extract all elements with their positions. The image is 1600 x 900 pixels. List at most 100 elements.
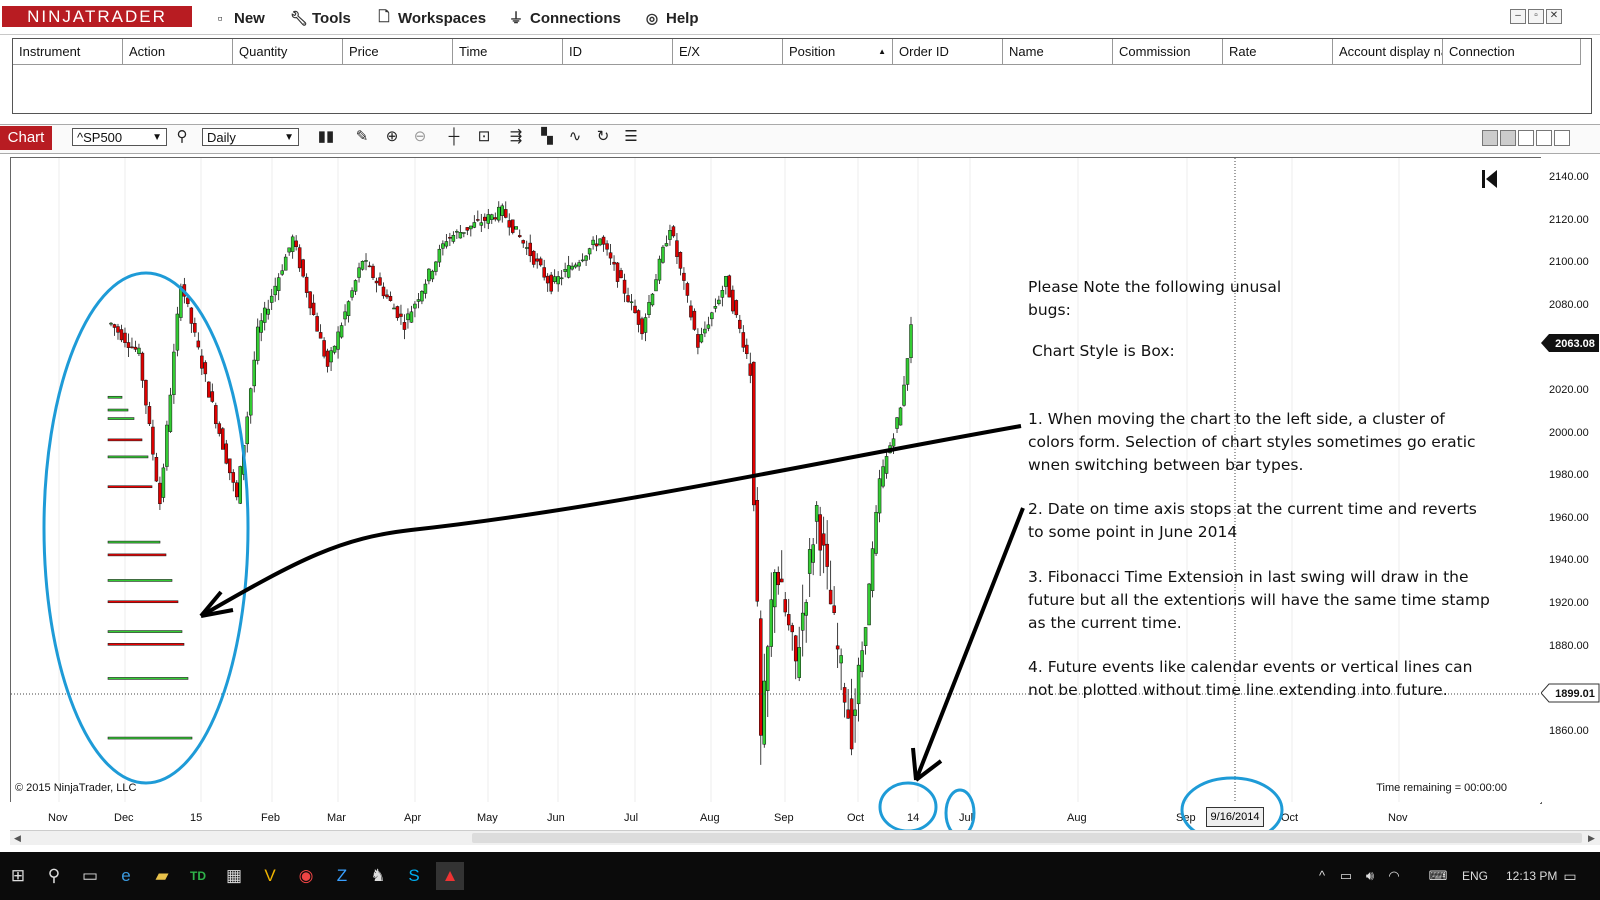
keyboard-icon[interactable]: ⌨ <box>1424 862 1452 890</box>
maximize-button[interactable]: ▫ <box>1528 9 1544 24</box>
chart-panel[interactable]: Please Note the following unusal bugs: Cha… <box>10 157 1542 804</box>
file-explorer-icon[interactable]: ▰ <box>148 862 176 890</box>
properties-list-icon[interactable]: ☰ <box>621 128 641 146</box>
menu-tools[interactable]: 🔧︎ Tools <box>290 8 351 28</box>
column-header[interactable]: Price <box>343 39 453 65</box>
indicators-icon[interactable]: ▚ <box>537 128 557 146</box>
bug-note-line: wnen switching between bar types. <box>1028 456 1303 474</box>
crosshair-icon[interactable]: ┼ <box>444 128 464 146</box>
zoom-in-icon[interactable]: ⊕ <box>382 128 402 146</box>
candle-body <box>710 312 714 320</box>
search-icon[interactable]: ⚲ <box>40 862 68 890</box>
zoom-out-icon[interactable]: ⊖ <box>410 128 430 146</box>
time-tick-label: Oct <box>847 812 865 824</box>
column-header[interactable]: E/X <box>673 39 783 65</box>
price-axis[interactable]: 2140.002120.002100.002080.002040.002020.… <box>1541 157 1600 802</box>
candle-body <box>598 238 602 246</box>
candle-body <box>381 286 386 297</box>
column-header[interactable]: Instrument <box>13 39 123 65</box>
strategies-icon[interactable]: ∿ <box>565 128 585 146</box>
column-header[interactable]: Action <box>123 39 233 65</box>
menu-help[interactable]: ◎ Help <box>644 8 699 28</box>
data-box-icon[interactable]: ⊡ <box>474 128 494 146</box>
candle-body <box>636 310 641 325</box>
price-chart[interactable]: Please Note the following unusal bugs: Cha… <box>11 158 1541 803</box>
wifi-icon[interactable]: ◠ <box>1380 862 1408 890</box>
column-header[interactable]: Name <box>1003 39 1113 65</box>
app-icon[interactable]: ♞ <box>364 862 392 890</box>
bars-back-icon[interactable]: ⇶ <box>506 128 526 146</box>
column-header[interactable]: Account display na <box>1333 39 1443 65</box>
td-app-icon[interactable]: TD <box>184 862 212 890</box>
candle-body <box>762 680 767 745</box>
column-header[interactable]: Commission <box>1113 39 1223 65</box>
candle-body <box>483 216 487 221</box>
column-header[interactable]: ID <box>563 39 673 65</box>
bug-note-line: Please Note the following unusal <box>1028 278 1281 296</box>
scroll-right-icon[interactable]: ▶ <box>1588 833 1595 844</box>
candle-body <box>217 423 222 434</box>
time-axis[interactable]: Nov Dec 15 Feb Mar Apr May Jun Jul Aug Sep Oct 14 Jul… <box>10 776 1540 844</box>
column-header[interactable]: Rate <box>1223 39 1333 65</box>
reload-icon[interactable]: ↻ <box>593 128 613 146</box>
close-button[interactable]: ✕ <box>1546 9 1562 24</box>
bar-type-icon[interactable]: ▮▮ <box>316 128 336 146</box>
ninjatrader-taskbar-icon[interactable]: ▲ <box>436 862 464 890</box>
window-layout-button-2[interactable] <box>1500 130 1516 146</box>
orders-grid: Instrument Action Quantity Price Time ID E/X Po… <box>12 38 1592 114</box>
candle-body <box>130 346 134 349</box>
candle-body <box>364 260 368 262</box>
window-layout-button-1[interactable] <box>1482 130 1498 146</box>
interval-selector[interactable]: Daily ▼ <box>202 128 299 146</box>
edge-icon[interactable]: e <box>112 862 140 890</box>
candle-body <box>479 222 484 226</box>
crosshair-date-label: 9/16/2014 <box>1206 807 1264 827</box>
z-app-icon[interactable]: Z <box>328 862 356 890</box>
candle-body <box>731 289 735 312</box>
candle-body <box>510 219 515 233</box>
candle-body <box>825 543 829 567</box>
chrome-icon[interactable]: ◉ <box>292 862 320 890</box>
bug-note-line: 1. When moving the chart to the left sid… <box>1028 410 1445 428</box>
column-header[interactable]: Order ID <box>893 39 1003 65</box>
pencil-icon[interactable]: ✎ <box>352 128 372 146</box>
v-app-icon[interactable]: V <box>256 862 284 890</box>
scrollbar-thumb[interactable] <box>472 833 1582 843</box>
task-view-icon[interactable]: ▭ <box>76 862 104 890</box>
search-icon[interactable]: ⚲ <box>172 128 192 146</box>
skype-icon[interactable]: S <box>400 862 428 890</box>
candle-body <box>402 322 407 330</box>
scroll-to-end-icon[interactable] <box>1482 170 1497 188</box>
instrument-selector[interactable]: ^SP500 ▼ <box>72 128 167 146</box>
candle-body <box>430 270 435 280</box>
candle-body <box>563 269 567 272</box>
notifications-icon[interactable]: ▭ <box>1556 862 1584 890</box>
candle-body <box>793 635 798 662</box>
candle-body <box>455 230 459 233</box>
column-header[interactable]: Connection <box>1443 39 1581 65</box>
start-icon[interactable]: ⊞ <box>4 862 32 890</box>
column-header[interactable]: Quantity <box>233 39 343 65</box>
chart-scrollbar[interactable]: ◀ ▶ <box>10 830 1600 845</box>
column-header[interactable]: Position ▲ <box>783 39 893 65</box>
menu-workspaces[interactable]: 🗋︎ Workspaces <box>376 8 486 28</box>
language-indicator[interactable]: ENG <box>1462 869 1488 883</box>
candle-body <box>252 359 256 387</box>
calculator-icon[interactable]: ▦ <box>220 862 248 890</box>
chart-maximize-button[interactable] <box>1536 130 1552 146</box>
new-icon: ▫ <box>217 10 223 26</box>
candle-body <box>542 267 546 278</box>
chart-close-button[interactable] <box>1554 130 1570 146</box>
scroll-left-icon[interactable]: ◀ <box>14 833 21 844</box>
clock[interactable]: 12:13 PM <box>1506 869 1557 883</box>
time-tick-label: Apr <box>404 812 422 824</box>
candle-body <box>783 599 787 613</box>
chart-tab[interactable]: Chart <box>0 126 52 150</box>
column-header[interactable]: Time <box>453 39 563 65</box>
minimize-button[interactable]: – <box>1510 9 1526 24</box>
menu-new[interactable]: ▫ New <box>212 8 265 28</box>
menu-connections[interactable]: ⏚ Connections <box>508 8 621 28</box>
candle-body <box>304 276 309 293</box>
chart-minimize-button[interactable] <box>1518 130 1534 146</box>
candle-body <box>738 319 742 329</box>
